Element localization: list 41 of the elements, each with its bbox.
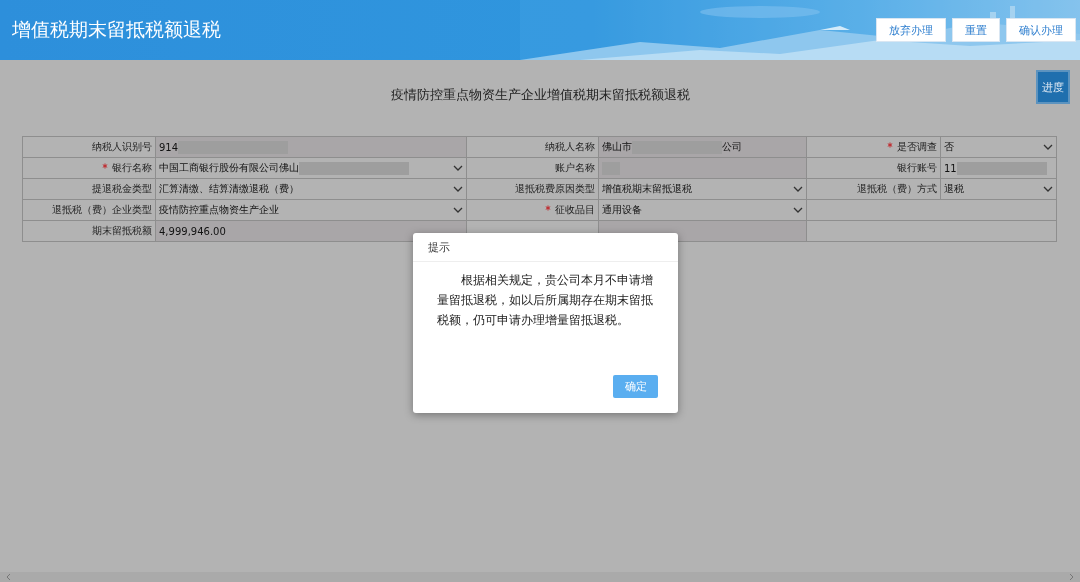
- dropdown-field[interactable]: 否: [944, 140, 954, 154]
- dropdown-field[interactable]: 通用设备: [602, 203, 642, 217]
- field-label: 提退税金类型: [92, 183, 152, 194]
- page-title: 增值税期末留抵税额退税: [12, 17, 221, 42]
- value-text: 公司: [722, 140, 742, 154]
- value-text: 914: [159, 141, 179, 153]
- required-asterisk-icon: [887, 142, 893, 148]
- field-label: 是否调查: [897, 141, 937, 152]
- input-field[interactable]: 11: [944, 162, 957, 174]
- header-button[interactable]: 重置: [952, 18, 1000, 42]
- chevron-down-icon: [1043, 144, 1053, 150]
- value-text: 佛山市: [602, 140, 632, 154]
- dropdown-field[interactable]: 退税: [944, 182, 964, 196]
- progress-button[interactable]: 进度: [1036, 70, 1070, 104]
- chevron-down-icon: [793, 186, 803, 192]
- field-label: 账户名称: [555, 162, 595, 173]
- required-asterisk-icon: [545, 205, 551, 211]
- chevron-down-icon: [793, 207, 803, 213]
- field-label: 退抵税（费）方式: [857, 183, 937, 194]
- field-label: 纳税人名称: [545, 141, 595, 152]
- field-label: 退抵税（费）企业类型: [52, 204, 152, 215]
- field-label: 征收品目: [555, 204, 595, 215]
- header-button[interactable]: 确认办理: [1006, 18, 1076, 42]
- horizontal-scrollbar[interactable]: [0, 572, 1080, 582]
- value-text: 4,999,946.00: [159, 225, 226, 237]
- field-label: 银行账号: [897, 162, 937, 173]
- dialog-title: 提示: [428, 239, 450, 255]
- field-label: 期末留抵税额: [92, 225, 152, 236]
- chevron-down-icon: [453, 207, 463, 213]
- required-asterisk-icon: [102, 163, 108, 169]
- field-label: 银行名称: [112, 162, 152, 173]
- chevron-down-icon: [1043, 186, 1053, 192]
- form-title: 疫情防控重点物资生产企业增值税期末留抵税额退税: [389, 86, 691, 104]
- chevron-down-icon: [453, 165, 463, 171]
- header-button[interactable]: 放弃办理: [876, 18, 946, 42]
- scroll-left-icon[interactable]: [6, 573, 11, 581]
- field-label: 纳税人识别号: [92, 141, 152, 152]
- chevron-down-icon: [453, 186, 463, 192]
- field-label: 退抵税费原因类型: [515, 183, 595, 194]
- scroll-right-icon[interactable]: [1069, 573, 1074, 581]
- dialog-message: 根据相关规定，贵公司本月不申请增量留抵退税，如以后所属期存在期末留抵税额，仍可申请办理增量留抵退税。: [437, 272, 654, 329]
